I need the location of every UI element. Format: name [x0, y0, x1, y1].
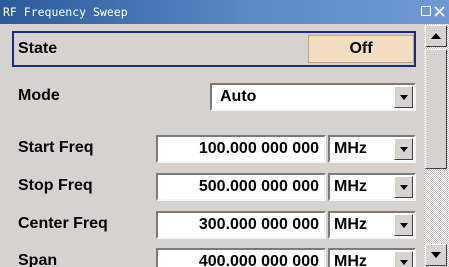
center-freq-unit: MHz [334, 216, 367, 233]
chevron-down-icon[interactable] [394, 214, 413, 236]
mode-label: Mode [18, 87, 60, 104]
state-toggle-button[interactable]: Off [308, 35, 414, 63]
start-freq-input[interactable]: 100.000 000 000 [156, 135, 326, 163]
chevron-down-icon[interactable] [394, 176, 413, 198]
title-bar[interactable]: RF Frequency Sweep [0, 0, 449, 24]
rf-frequency-sweep-window: RF Frequency Sweep State Off Mode Auto S… [0, 0, 449, 267]
stop-freq-unit: MHz [334, 178, 367, 195]
start-freq-unit: MHz [334, 140, 367, 157]
center-freq-value: 300.000 000 000 [198, 216, 319, 233]
span-label: Span [18, 252, 58, 267]
close-icon[interactable] [434, 6, 445, 17]
mode-value: Auto [220, 88, 257, 105]
stop-freq-unit-select[interactable]: MHz [328, 173, 416, 201]
window-title: RF Frequency Sweep [3, 5, 128, 19]
state-row: State Off [12, 31, 416, 67]
restore-icon[interactable] [421, 6, 431, 16]
stop-freq-value: 500.000 000 000 [198, 178, 319, 195]
chevron-down-icon[interactable] [394, 251, 413, 267]
start-freq-unit-select[interactable]: MHz [328, 135, 416, 163]
stop-freq-input[interactable]: 500.000 000 000 [156, 173, 326, 201]
vertical-scrollbar[interactable] [424, 24, 449, 267]
state-value: Off [349, 40, 373, 57]
span-input[interactable]: 400.000 000 000 [156, 248, 326, 267]
center-freq-input[interactable]: 300.000 000 000 [156, 211, 326, 239]
arrow-down-icon[interactable] [425, 244, 447, 266]
start-freq-label: Start Freq [18, 139, 94, 156]
arrow-up-icon[interactable] [425, 25, 447, 47]
span-unit: MHz [334, 253, 367, 267]
center-freq-label: Center Freq [18, 215, 108, 232]
chevron-down-icon[interactable] [394, 86, 413, 108]
state-label: State [18, 40, 58, 57]
stop-freq-label: Stop Freq [18, 177, 93, 194]
center-freq-unit-select[interactable]: MHz [328, 211, 416, 239]
span-unit-select[interactable]: MHz [328, 248, 416, 267]
chevron-down-icon[interactable] [394, 138, 413, 160]
scrollbar-thumb[interactable] [425, 49, 447, 169]
span-value: 400.000 000 000 [198, 253, 319, 267]
start-freq-value: 100.000 000 000 [198, 140, 319, 157]
mode-select[interactable]: Auto [210, 83, 416, 111]
